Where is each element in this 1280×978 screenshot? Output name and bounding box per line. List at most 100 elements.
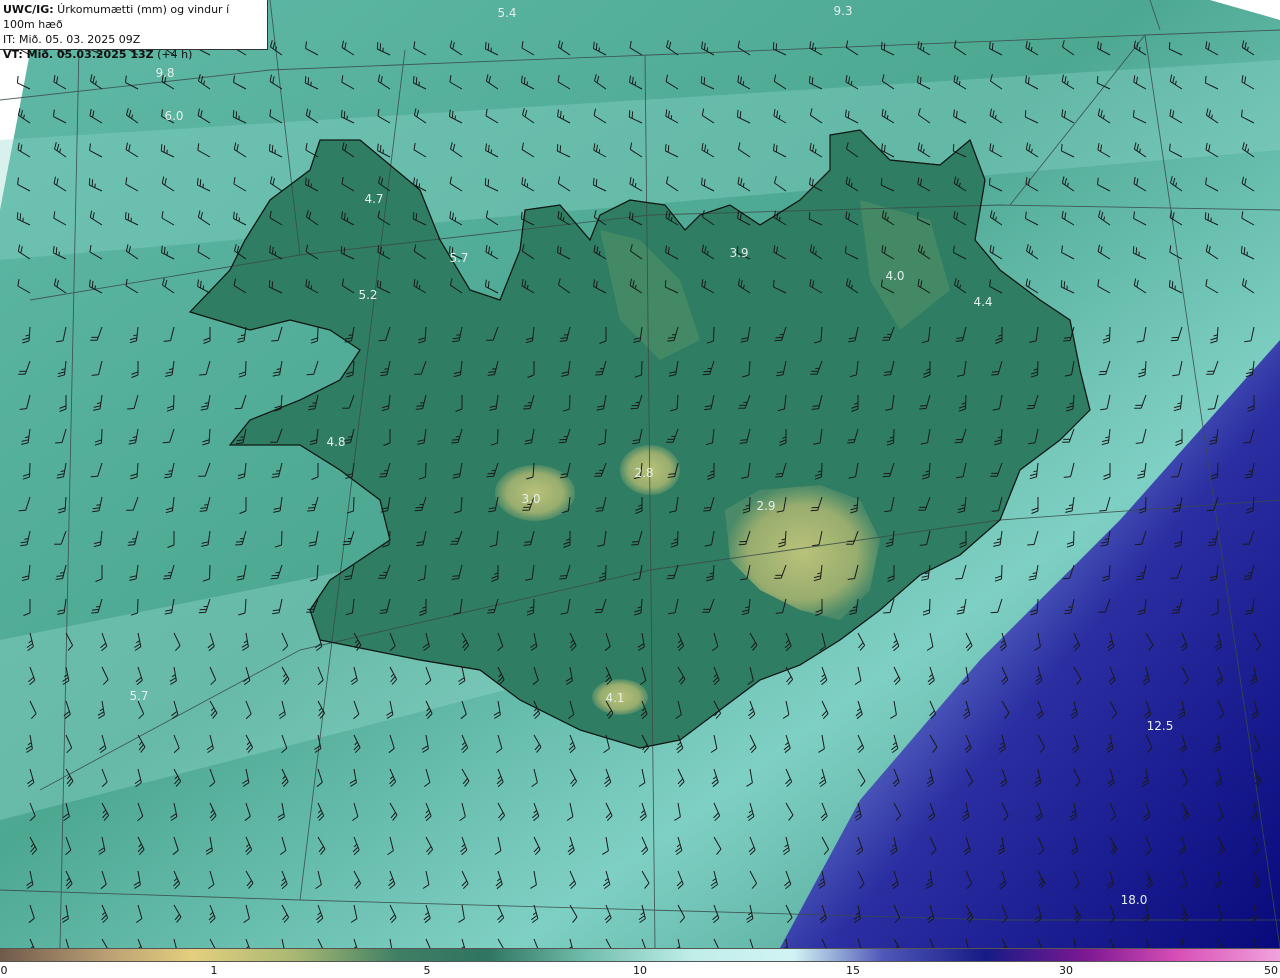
wind-barb-feather — [340, 109, 343, 117]
scale-tick: 0 — [0, 964, 8, 977]
wind-barb-feather — [559, 575, 568, 577]
wind-barb-feather — [343, 247, 346, 255]
map-value-label: 5.4 — [497, 6, 517, 20]
wind-barb-feather — [487, 281, 490, 289]
wind-barb-feather — [379, 476, 387, 478]
wind-barb-staff — [1109, 326, 1111, 342]
wind-barb-feather — [91, 179, 94, 187]
wind-barb-staff — [173, 394, 175, 410]
wind-barb-feather — [451, 111, 454, 119]
wind-barb-feather — [420, 402, 425, 404]
map-value-label: 3.9 — [729, 246, 749, 260]
wind-barb-feather — [631, 213, 634, 221]
wind-barb-feather — [808, 75, 811, 83]
wind-barb-feather — [415, 77, 418, 85]
wind-barb-feather — [847, 442, 855, 444]
wind-barb-feather — [664, 143, 667, 151]
map-value-label: 4.8 — [326, 435, 346, 449]
wind-barb-feather — [310, 285, 313, 290]
wind-barb-feather — [343, 111, 346, 119]
wind-barb-staff — [569, 394, 571, 410]
wind-barb-feather — [268, 143, 271, 151]
wind-barb-feather — [456, 334, 461, 336]
wind-barb-staff — [101, 428, 103, 444]
wind-barb-feather — [922, 148, 925, 153]
wind-barb-feather — [55, 442, 63, 444]
wind-barb-feather — [742, 81, 745, 86]
wind-barb-staff — [29, 462, 31, 478]
wind-barb-feather — [1207, 213, 1210, 221]
wind-barb-feather — [595, 371, 604, 373]
wind-barb-staff — [713, 326, 715, 342]
wind-barb-feather — [526, 183, 529, 188]
wind-barb-feather — [811, 77, 814, 85]
wind-barb-feather — [520, 211, 523, 219]
wind-barb-feather — [91, 281, 94, 289]
wind-barb-feather — [1066, 80, 1069, 85]
wind-barb-feather — [199, 374, 207, 376]
wind-barb-feather — [88, 178, 91, 186]
wind-barb-feather — [703, 507, 712, 509]
wind-barb-feather — [958, 80, 961, 86]
wind-barb-feather — [16, 75, 19, 83]
wind-barb-feather — [706, 250, 709, 255]
wind-barb-feather — [240, 436, 245, 438]
wind-barb-feather — [415, 213, 418, 221]
wind-barb-feather — [631, 541, 640, 543]
wind-barb-feather — [127, 213, 130, 221]
wind-barb-feather — [808, 212, 811, 220]
wind-barb-feather — [418, 183, 421, 188]
wind-barb-feather — [484, 178, 487, 186]
scale-tick: 5 — [423, 964, 431, 977]
wind-barb-staff — [965, 394, 967, 410]
wind-barb-feather — [376, 42, 379, 50]
wind-barb-feather — [376, 279, 379, 287]
wind-barb-feather — [775, 476, 783, 478]
scale-tick: 15 — [846, 964, 860, 977]
wind-barb-feather — [163, 247, 166, 255]
wind-barb-feather — [412, 212, 415, 220]
wind-barb-feather — [307, 507, 316, 509]
wind-barb-feather — [700, 76, 703, 84]
wind-barb-feather — [703, 77, 706, 85]
wind-barb-feather — [202, 285, 205, 290]
wind-barb-feather — [562, 115, 565, 120]
wind-barb-feather — [991, 371, 1000, 373]
wind-barb-feather — [204, 504, 209, 506]
wind-barb-feather — [1132, 109, 1135, 117]
wind-barb-feather — [163, 578, 171, 580]
map-value-label: 2.9 — [756, 499, 776, 513]
wind-barb-feather — [562, 217, 565, 222]
wind-barb-feather — [1212, 538, 1217, 540]
wind-barb-feather — [706, 47, 709, 52]
wind-barb-feather — [1060, 280, 1063, 288]
wind-barb-feather — [1063, 337, 1072, 339]
wind-barb-staff — [929, 598, 931, 614]
wind-barb-feather — [778, 216, 781, 221]
wind-barb-staff — [425, 462, 427, 478]
wind-barb-feather — [484, 41, 487, 49]
wind-barb-feather — [883, 43, 886, 51]
wind-barb-feather — [559, 145, 562, 153]
wind-barb-feather — [487, 612, 495, 614]
wind-barb-feather — [307, 179, 310, 187]
wind-barb-staff — [137, 598, 139, 614]
wind-barb-feather — [1171, 476, 1179, 478]
map-value-label: 4.4 — [973, 295, 993, 309]
wind-barb-feather — [1063, 281, 1066, 289]
wind-barb-feather — [847, 439, 856, 441]
wind-barb-feather — [127, 408, 135, 410]
wind-barb-feather — [1060, 143, 1063, 151]
wind-barb-feather — [55, 247, 58, 255]
wind-barb-feather — [1168, 42, 1171, 50]
wind-barb-feather — [664, 280, 667, 288]
map-value-label: 2.8 — [634, 466, 654, 480]
wind-barb-feather — [490, 149, 493, 154]
map-value-label: 4.0 — [885, 269, 905, 283]
scale-tick: 50 — [1264, 964, 1278, 977]
wind-barb-feather — [778, 115, 781, 120]
color-scale-bar — [0, 948, 1280, 962]
wind-barb-feather — [667, 337, 676, 339]
wind-barb-feather — [124, 211, 127, 219]
wind-barb-feather — [487, 609, 496, 611]
